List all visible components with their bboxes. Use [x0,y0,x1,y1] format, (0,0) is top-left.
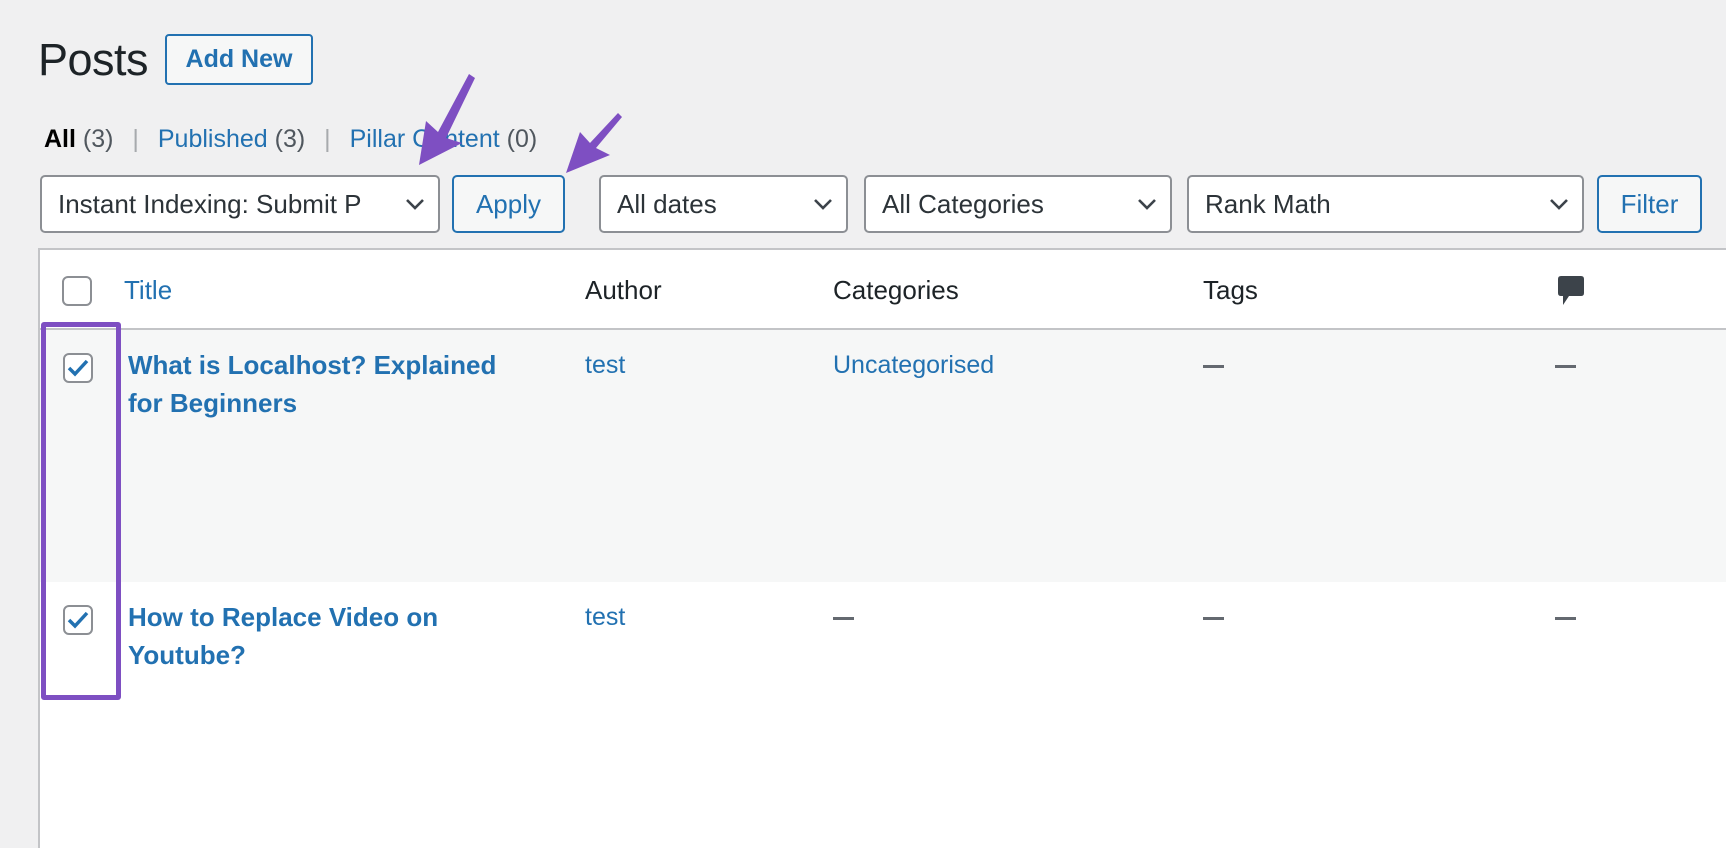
post-title-line: for Beginners [128,388,298,418]
chevron-down-icon [1124,198,1170,210]
category-filter-value: All Categories [882,188,1044,219]
seo-filter-value: Rank Math [1205,188,1331,219]
seo-filter-select[interactable]: Rank Math [1187,175,1584,233]
column-tags: Tags [1203,275,1258,305]
post-title-line: How to Replace Video on [128,602,439,632]
chevron-down-icon [800,198,846,210]
add-new-button[interactable]: Add New [165,34,313,85]
view-published-count: (3) [274,125,306,153]
category-filter-select[interactable]: All Categories [864,175,1172,233]
comments-empty-dash [1555,365,1576,368]
view-separator: | [132,125,139,153]
post-author-link[interactable]: test [585,600,625,634]
post-title-link[interactable]: What is Localhost? Explained for Beginne… [128,346,496,422]
chevron-down-icon [392,198,438,210]
post-title-link[interactable]: How to Replace Video on Youtube? [128,598,438,674]
view-pillar-content-count: (0) [506,125,538,153]
view-pillar-content[interactable]: Pillar Content [350,125,500,153]
tags-empty-dash [1203,617,1224,620]
post-title-line: Youtube? [128,640,246,670]
comments-empty-dash [1555,617,1576,620]
post-title-line: What is Localhost? Explained [128,350,497,380]
chevron-down-icon [1536,198,1582,210]
date-filter-select[interactable]: All dates [599,175,848,233]
apply-button[interactable]: Apply [452,175,565,233]
view-separator: | [324,125,331,153]
view-published[interactable]: Published [158,125,268,153]
view-all[interactable]: All [44,125,76,153]
post-author-link[interactable]: test [585,348,625,382]
bulk-action-value: Instant Indexing: Submit P [58,188,362,219]
column-title-sort[interactable]: Title [124,273,172,307]
tags-empty-dash [1203,365,1224,368]
post-category-link[interactable]: Uncategorised [833,348,994,382]
date-filter-value: All dates [617,188,717,219]
page-title: Posts [38,34,149,85]
categories-empty-dash [833,617,854,620]
post-status-views: All (3) | Published (3) | Pillar Content… [44,122,537,156]
arrow-to-apply-button [566,113,622,173]
select-all-checkbox[interactable] [62,276,92,306]
filter-button[interactable]: Filter [1597,175,1702,233]
comment-bubble-icon[interactable] [1557,275,1585,312]
column-author: Author [585,275,662,305]
bulk-action-select[interactable]: Instant Indexing: Submit P [40,175,440,233]
selected-rows-highlight [41,322,121,700]
column-categories: Categories [833,275,959,305]
view-all-count: (3) [82,125,114,153]
